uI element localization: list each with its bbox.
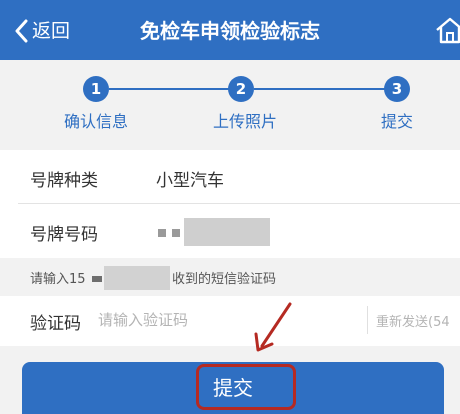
code-row: 验证码 重新发送(54 xyxy=(0,296,460,346)
plate-number-label: 号牌号码 xyxy=(30,225,98,245)
step-3-label: 提交 xyxy=(380,112,413,131)
sms-hint-suffix: 收到的短信验证码 xyxy=(172,272,277,287)
plate-type-value: 小型汽车 xyxy=(156,171,224,191)
plate-number-row: 号牌号码 xyxy=(0,204,460,258)
header-bar: 返回 免检车申领检验标志 xyxy=(0,0,460,60)
page-title: 免检车申领检验标志 xyxy=(140,19,320,43)
step-1-label: 确认信息 xyxy=(63,112,128,131)
step-indicator: 1 2 3 确认信息 上传照片 提交 xyxy=(0,60,460,146)
submit-highlight xyxy=(196,364,296,410)
step-3-circle: 3 xyxy=(384,76,410,102)
home-icon xyxy=(434,17,460,49)
annotation-arrow xyxy=(254,302,292,352)
plate-type-label: 号牌种类 xyxy=(30,171,98,191)
code-label: 验证码 xyxy=(30,314,81,334)
resend-button[interactable]: 重新发送(54 xyxy=(376,311,450,330)
step-connector xyxy=(109,88,241,90)
plate-type-row: 号牌种类 小型汽车 xyxy=(0,150,460,204)
resend-divider xyxy=(367,306,368,334)
sms-hint-prefix: 请输入15 xyxy=(30,272,86,287)
step-connector xyxy=(254,88,386,90)
step-2-label: 上传照片 xyxy=(212,112,277,131)
code-input[interactable] xyxy=(98,308,358,332)
sms-hint: 请输入15 收到的短信验证码 xyxy=(0,258,460,296)
step-2-circle: 2 xyxy=(228,76,254,102)
step-1-circle: 1 xyxy=(83,76,109,102)
home-button[interactable] xyxy=(434,15,460,49)
